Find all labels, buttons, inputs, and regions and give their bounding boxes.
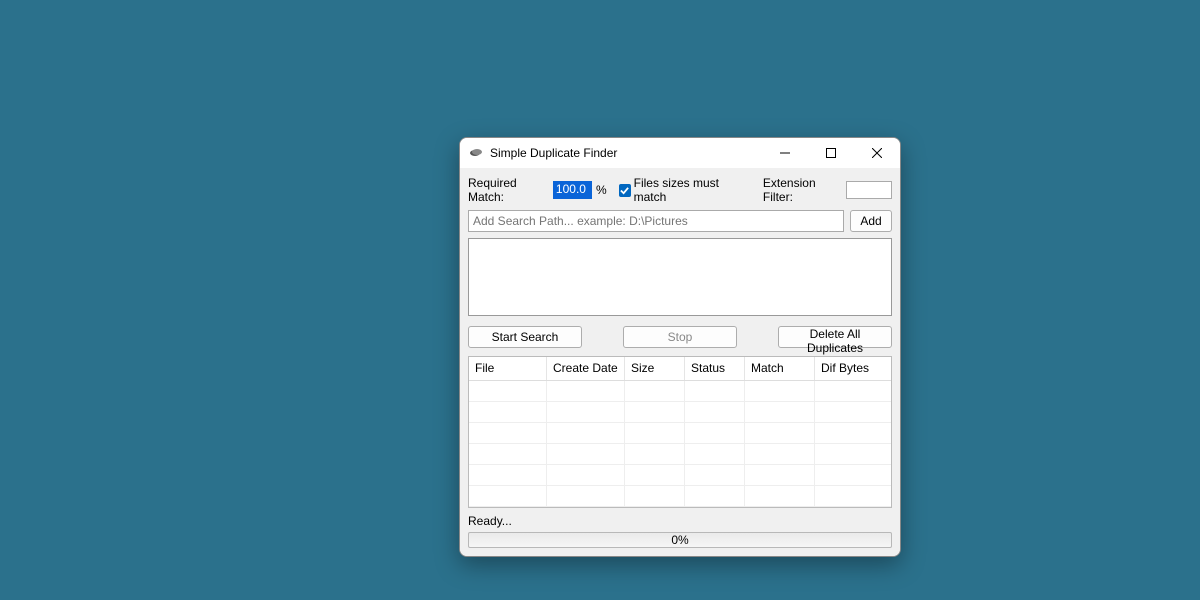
sizes-must-match-checkbox[interactable]: Files sizes must match: [619, 176, 745, 204]
window-title: Simple Duplicate Finder: [490, 146, 762, 160]
delete-duplicates-button[interactable]: Delete All Duplicates: [778, 326, 892, 348]
window-controls: [762, 138, 900, 168]
table-row[interactable]: [469, 465, 891, 486]
maximize-button[interactable]: [808, 138, 854, 168]
results-grid[interactable]: File Create Date Size Status Match Dif B…: [468, 356, 892, 508]
settings-row: Required Match: 100.0 % Files sizes must…: [468, 176, 892, 204]
close-button[interactable]: [854, 138, 900, 168]
required-match-input[interactable]: 100.0: [553, 181, 592, 199]
table-row[interactable]: [469, 486, 891, 507]
client-area: Required Match: 100.0 % Files sizes must…: [460, 168, 900, 556]
action-buttons-row: Start Search Stop Delete All Duplicates: [468, 326, 892, 348]
column-size[interactable]: Size: [625, 357, 685, 380]
table-row[interactable]: [469, 423, 891, 444]
stop-button[interactable]: Stop: [623, 326, 737, 348]
add-path-button[interactable]: Add: [850, 210, 892, 232]
column-dif-bytes[interactable]: Dif Bytes: [815, 357, 891, 380]
table-row[interactable]: [469, 381, 891, 402]
column-status[interactable]: Status: [685, 357, 745, 380]
column-file[interactable]: File: [469, 357, 547, 380]
table-row[interactable]: [469, 402, 891, 423]
extension-filter-label: Extension Filter:: [763, 176, 842, 204]
progress-label: 0%: [671, 533, 688, 547]
path-row: Add: [468, 210, 892, 232]
check-icon: [619, 184, 631, 197]
grid-body: [469, 381, 891, 507]
sizes-must-match-label: Files sizes must match: [634, 176, 745, 204]
status-text: Ready...: [468, 514, 892, 528]
column-create-date[interactable]: Create Date: [547, 357, 625, 380]
extension-filter-input[interactable]: [846, 181, 892, 199]
start-search-button[interactable]: Start Search: [468, 326, 582, 348]
column-match[interactable]: Match: [745, 357, 815, 380]
application-window: Simple Duplicate Finder Required Match: …: [459, 137, 901, 557]
titlebar[interactable]: Simple Duplicate Finder: [460, 138, 900, 168]
search-path-input[interactable]: [468, 210, 844, 232]
required-match-label: Required Match:: [468, 176, 549, 204]
progress-bar: 0%: [468, 532, 892, 548]
percent-label: %: [596, 183, 607, 197]
search-paths-list[interactable]: [468, 238, 892, 316]
app-icon: [468, 145, 484, 161]
table-row[interactable]: [469, 444, 891, 465]
minimize-button[interactable]: [762, 138, 808, 168]
grid-header: File Create Date Size Status Match Dif B…: [469, 357, 891, 381]
